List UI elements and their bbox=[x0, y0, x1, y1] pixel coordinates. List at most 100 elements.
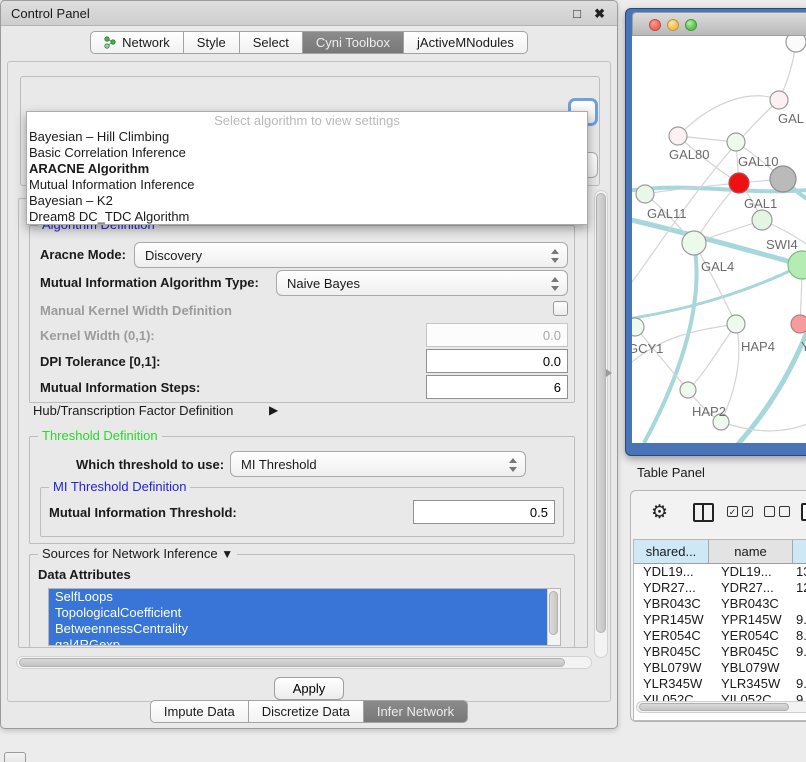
columns-icon[interactable] bbox=[693, 503, 714, 522]
minimize-traffic-light[interactable] bbox=[667, 19, 679, 31]
zoom-traffic-light[interactable] bbox=[685, 19, 697, 31]
manual-kernel-checkbox[interactable] bbox=[553, 301, 568, 316]
cell-name[interactable]: YER054C bbox=[709, 628, 793, 644]
node-gal4[interactable] bbox=[682, 231, 706, 255]
cell-value[interactable] bbox=[793, 660, 806, 676]
cell-value[interactable]: 12 bbox=[793, 580, 806, 596]
sources-collapse-arrow-icon[interactable]: ▼ bbox=[221, 547, 233, 561]
hub-expand-arrow-icon[interactable]: ▶ bbox=[269, 403, 278, 417]
algorithm-option[interactable]: Mutual Information Inference bbox=[27, 177, 587, 193]
deselect-all-checks-icon[interactable] bbox=[764, 506, 790, 517]
cell-shared[interactable]: YLR345W bbox=[634, 676, 709, 692]
node-gal10[interactable] bbox=[727, 133, 745, 151]
algorithm-option[interactable]: Bayesian – Hill Climbing bbox=[27, 129, 587, 145]
node-gal11[interactable] bbox=[636, 185, 654, 203]
cell-name[interactable]: YBL079W bbox=[709, 660, 793, 676]
cell-name[interactable]: YIL052C bbox=[709, 692, 793, 701]
mi-type-select[interactable]: Naive Bayes bbox=[276, 270, 568, 296]
tab-network[interactable]: Network bbox=[90, 31, 184, 54]
algorithm-option[interactable]: Dream8 DC_TDC Algorithm bbox=[27, 209, 587, 225]
aracne-mode-select[interactable]: Discovery bbox=[134, 242, 568, 268]
node-gray[interactable] bbox=[770, 166, 796, 192]
settings-horizontal-scrollbar[interactable] bbox=[16, 656, 592, 669]
which-threshold-select[interactable]: MI Threshold bbox=[230, 451, 526, 477]
cell-shared[interactable]: YDR27... bbox=[634, 580, 709, 596]
kernel-width-input[interactable] bbox=[426, 323, 568, 347]
cell-value[interactable]: 13 bbox=[793, 564, 806, 580]
cell-name[interactable]: YPR145W bbox=[709, 612, 793, 628]
network-canvas[interactable]: GAL GAL80 GAL10 GAL1 GAL11 SWI4 GAL4 GCY… bbox=[632, 36, 806, 443]
cell-shared[interactable]: YBR043C bbox=[634, 596, 709, 612]
select-all-checks-icon[interactable]: ✓ ✓ bbox=[727, 506, 753, 517]
cell-name[interactable]: YBR045C bbox=[709, 644, 793, 660]
cell-value[interactable]: 9. bbox=[793, 612, 806, 628]
tab-jactivemnodules[interactable]: jActiveMNodules bbox=[404, 31, 528, 54]
tab-cyni-toolbox[interactable]: Cyni Toolbox bbox=[303, 31, 404, 54]
node-hap4[interactable] bbox=[727, 315, 745, 333]
table-row[interactable]: YLR345W YLR345W 9. bbox=[634, 676, 806, 692]
tab-style[interactable]: Style bbox=[184, 31, 240, 54]
tab-impute-data[interactable]: Impute Data bbox=[150, 700, 249, 723]
attribute-item[interactable]: TopologicalCoefficient bbox=[49, 605, 560, 621]
node[interactable] bbox=[786, 36, 806, 52]
table-horizontal-scrollbar[interactable] bbox=[636, 701, 806, 713]
close-window-icon[interactable]: ✖ bbox=[594, 1, 605, 26]
export-table-icon[interactable] bbox=[801, 503, 806, 521]
node-green[interactable] bbox=[788, 251, 806, 279]
table-row[interactable]: YBR043C YBR043C bbox=[634, 596, 806, 612]
attributes-list-scrollbar[interactable] bbox=[547, 589, 560, 645]
algorithm-option[interactable]: Basic Correlation Inference bbox=[27, 145, 587, 161]
attribute-item[interactable]: SelfLoops bbox=[49, 589, 560, 605]
mi-threshold-input[interactable] bbox=[413, 500, 555, 524]
float-window-icon[interactable]: □ bbox=[573, 1, 581, 26]
table-row[interactable]: YER054C YER054C 8. bbox=[634, 628, 806, 644]
cell-value[interactable] bbox=[793, 596, 806, 612]
table-row[interactable]: YDL19... YDL19... 13 bbox=[634, 564, 806, 580]
node[interactable] bbox=[752, 210, 772, 230]
mi-steps-input[interactable] bbox=[426, 375, 568, 399]
cell-name[interactable]: YLR345W bbox=[709, 676, 793, 692]
cell-name[interactable]: YBR043C bbox=[709, 596, 793, 612]
node[interactable] bbox=[770, 91, 788, 109]
table-row[interactable]: YBL079W YBL079W bbox=[634, 660, 806, 676]
cell-value[interactable]: 9 bbox=[793, 692, 806, 701]
node-salmon[interactable] bbox=[791, 315, 806, 333]
collapsed-panel-icon[interactable] bbox=[4, 752, 26, 762]
column-header-partial[interactable] bbox=[793, 540, 806, 563]
network-window-titlebar[interactable] bbox=[632, 12, 806, 36]
table-row[interactable]: YPR145W YPR145W 9. bbox=[634, 612, 806, 628]
cell-shared[interactable]: YBL079W bbox=[634, 660, 709, 676]
apply-button[interactable]: Apply bbox=[274, 677, 344, 700]
node-gal80[interactable] bbox=[669, 127, 687, 145]
cell-shared[interactable]: YDL19... bbox=[634, 564, 709, 580]
cell-shared[interactable]: YPR145W bbox=[634, 612, 709, 628]
node-hap2[interactable] bbox=[680, 382, 696, 398]
column-header-name[interactable]: name bbox=[709, 540, 793, 563]
node-gal1-selected[interactable] bbox=[729, 173, 749, 193]
table-row[interactable]: YBR045C YBR045C 9. bbox=[634, 644, 806, 660]
attribute-item[interactable]: gal4RGexp bbox=[49, 637, 560, 646]
cell-value[interactable]: 9. bbox=[793, 644, 806, 660]
gear-icon[interactable]: ⚙ bbox=[651, 503, 668, 523]
cell-shared[interactable]: YER054C bbox=[634, 628, 709, 644]
table-row-partial[interactable]: YIL052C YIL052C 9 bbox=[634, 692, 806, 701]
cell-shared[interactable]: YIL052C bbox=[634, 692, 709, 701]
dpi-tolerance-input[interactable] bbox=[426, 349, 568, 373]
cell-value[interactable]: 9. bbox=[793, 676, 806, 692]
panel-splitter-arrow[interactable] bbox=[606, 369, 616, 377]
tab-infer-network[interactable]: Infer Network bbox=[364, 700, 468, 723]
cell-value[interactable]: 8. bbox=[793, 628, 806, 644]
cell-name[interactable]: YDL19... bbox=[709, 564, 793, 580]
column-header-shared[interactable]: shared... bbox=[634, 540, 709, 563]
cell-shared[interactable]: YBR045C bbox=[634, 644, 709, 660]
tab-select[interactable]: Select bbox=[240, 31, 303, 54]
algorithm-option-selected[interactable]: ARACNE Algorithm bbox=[27, 161, 587, 177]
close-traffic-light[interactable] bbox=[649, 19, 661, 31]
table-row[interactable]: YDR27... YDR27... 12 bbox=[634, 580, 806, 596]
node-gcy1[interactable] bbox=[632, 318, 644, 336]
cell-name[interactable]: YDR27... bbox=[709, 580, 793, 596]
algorithm-option[interactable]: Bayesian – K2 bbox=[27, 193, 587, 209]
tab-discretize-data[interactable]: Discretize Data bbox=[249, 700, 364, 723]
settings-vertical-scrollbar[interactable] bbox=[594, 190, 608, 658]
attribute-item[interactable]: BetweennessCentrality bbox=[49, 621, 560, 637]
